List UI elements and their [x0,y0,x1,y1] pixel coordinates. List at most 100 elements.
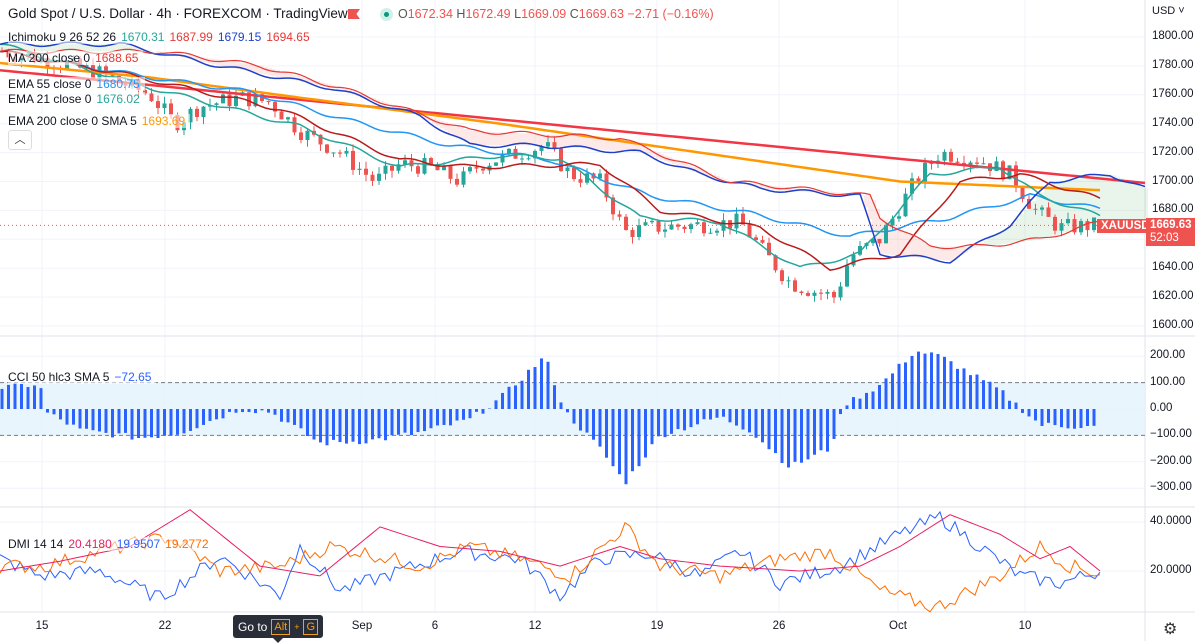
cci-bar [1080,409,1083,428]
cci-tick: 0.00 [1150,402,1172,414]
ichimoku-cloud [912,236,916,257]
cci-bar [1008,401,1011,409]
candle-body [481,169,485,171]
cci-bar [618,409,621,474]
cci-bar [1054,409,1057,425]
cci-bar [326,409,329,445]
candle-body [956,162,960,163]
cci-bar [85,409,88,429]
cci-bar [456,409,459,421]
candle-body [663,230,667,232]
cci-bar [222,409,225,418]
candle-body [377,174,381,181]
ichimoku-cloud [216,60,220,65]
candle-body [163,103,167,108]
candle-body [813,293,817,296]
cci-bar [963,368,966,409]
cci-bar [1015,403,1018,409]
cci-bar [904,362,907,409]
current-price-tag: 1669.6352:03 [1146,218,1195,246]
indicator-legend[interactable]: EMA 21 close 01676.02 [8,92,145,106]
indicator-legend[interactable]: Ichimoku 9 26 52 261670.311687.991679.15… [8,30,315,44]
cci-bar [781,409,784,463]
candle-body [1092,217,1096,230]
ichimoku-cloud [1016,218,1020,242]
cci-bar [677,409,680,429]
dmi-legend[interactable]: DMI 14 1420.418019.950719.2772 [8,537,214,551]
cci-bar [267,409,270,413]
cci-legend[interactable]: CCI 50 hlc3 SMA 5−72.65 [8,370,156,384]
time-tick: 15 [36,620,49,632]
cci-bar [436,409,439,425]
candle-body [546,142,550,146]
cci-bar [391,409,394,435]
candle-body [624,217,628,230]
ichimoku-cloud [1136,185,1140,222]
candle-body [1040,207,1044,209]
collapse-legend-button[interactable]: ︿ [8,130,32,150]
ichimoku-cloud [1104,175,1108,222]
goto-button[interactable]: Go toAlt+G [233,615,323,638]
candle-body [897,216,901,218]
candle-body [943,152,947,161]
ichimoku-cloud [452,125,456,135]
cci-bar [300,409,303,428]
ichimoku-cloud [1100,175,1104,221]
ichimoku-cloud [1132,183,1136,222]
currency-dropdown[interactable]: USD ˅ [1152,5,1185,17]
cci-bar [384,409,387,440]
candle-body [390,166,394,171]
cci-bar [196,409,199,428]
ichimoku-cloud [1140,187,1144,222]
cci-bar [378,409,381,438]
cci-bar [566,409,569,412]
candle-body [423,158,427,174]
cci-bar [1047,409,1050,423]
cci-bar [768,409,771,449]
cci-bar [33,385,36,409]
cci-bar [14,383,17,409]
cci-tick: −300.00 [1150,481,1192,493]
cci-bar [716,409,719,418]
candle-body [637,225,641,237]
cci-bar [144,409,147,438]
cci-bar [280,409,283,422]
cci-bar [989,382,992,409]
price-tick: 1620.00 [1152,290,1194,302]
candle-body [572,168,576,180]
cci-bar [917,352,920,409]
candle-body [364,169,368,175]
cci-bar [501,393,504,409]
candle-body [150,93,154,101]
price-tick: 1760.00 [1152,88,1194,100]
ichimoku-cloud [972,247,976,248]
ichimoku-cloud [476,131,480,145]
indicator-legend[interactable]: EMA 200 close 0 SMA 51693.69 [8,114,190,128]
ichimoku-cloud [1088,177,1092,226]
candle-body [293,117,297,132]
indicator-legend[interactable]: EMA 55 close 01680.75 [8,77,145,91]
time-tick: 26 [773,620,786,632]
cci-bar [846,405,849,409]
candle-body [215,103,219,105]
price-tick: 1740.00 [1152,117,1194,129]
ichimoku-cloud [1028,205,1032,240]
cci-bar [59,409,62,419]
indicator-value: 1688.65 [95,51,138,65]
time-tick: 12 [529,620,542,632]
candle-body [195,109,199,117]
settings-gear-icon[interactable]: ⚙ [1163,619,1177,639]
cci-bar [274,409,277,415]
cci-bar [573,409,576,424]
cci-bar [495,400,498,409]
cci-bar [891,373,894,409]
ichimoku-cloud [888,222,892,254]
cci-bar [1060,409,1063,427]
price-tick: 1780.00 [1152,59,1194,71]
indicator-legend[interactable]: MA 200 close 01688.65 [8,51,143,65]
cci-bar [813,409,816,455]
cci-bar [872,391,875,409]
candle-body [683,227,687,229]
ichimoku-cloud [268,68,272,75]
cci-bar [352,409,355,442]
